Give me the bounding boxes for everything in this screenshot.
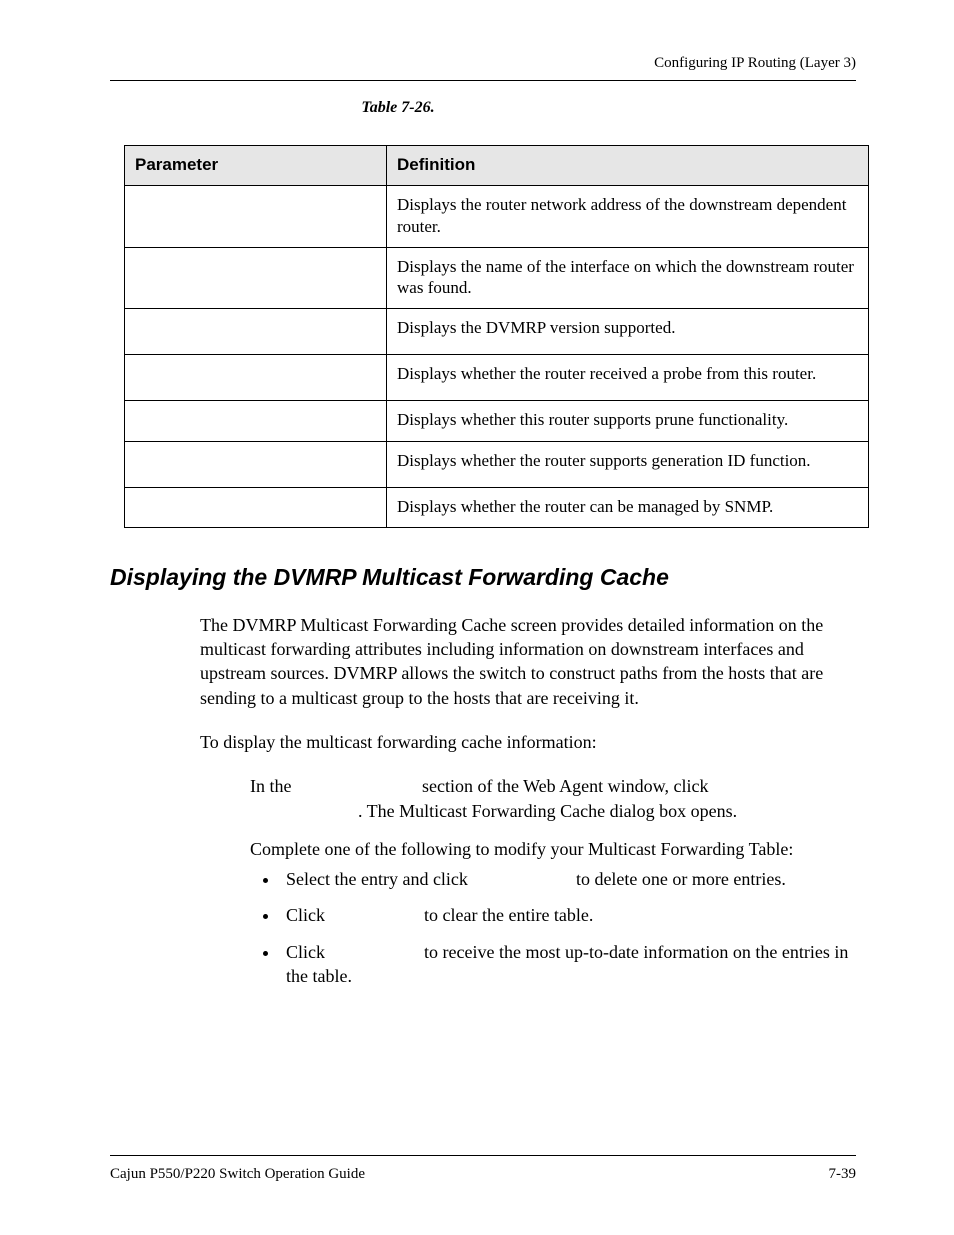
- cell-parameter: [125, 186, 387, 248]
- table-row: Displays whether this router supports pr…: [125, 401, 869, 441]
- cell-definition: Displays whether the router supports gen…: [387, 441, 869, 487]
- list-text: Click: [286, 942, 330, 962]
- cell-parameter: [125, 401, 387, 441]
- list-item: Click to clear the entire table.: [280, 903, 856, 927]
- step-2: Complete one of the following to modify …: [250, 837, 856, 988]
- bullet-list: Select the entry and click to delete one…: [280, 867, 856, 988]
- table-row: Displays whether the router supports gen…: [125, 441, 869, 487]
- cell-definition: Displays whether the router can be manag…: [387, 487, 869, 527]
- footer-right: 7-39: [829, 1166, 857, 1183]
- step-text: . The Multicast Forwarding Cache dialog …: [358, 801, 737, 821]
- table-header-row: Parameter Definition: [125, 146, 869, 186]
- cell-parameter: [125, 247, 387, 309]
- cell-definition: Displays the router network address of t…: [387, 186, 869, 248]
- col-header-parameter: Parameter: [125, 146, 387, 186]
- list-text: Click: [286, 905, 330, 925]
- step-text: [250, 801, 358, 821]
- cell-parameter: [125, 309, 387, 355]
- section-heading: Displaying the DVMRP Multicast Forwardin…: [110, 564, 856, 591]
- table-row: Displays whether the router received a p…: [125, 355, 869, 401]
- table-row: Displays the DVMRP version supported.: [125, 309, 869, 355]
- parameter-table: Parameter Definition Displays the router…: [124, 145, 869, 528]
- table-row: Displays the name of the interface on wh…: [125, 247, 869, 309]
- paragraph: To display the multicast forwarding cach…: [200, 730, 856, 754]
- page-footer: Cajun P550/P220 Switch Operation Guide 7…: [110, 1155, 856, 1183]
- table-caption: Table 7-26.: [110, 99, 856, 117]
- cell-definition: Displays whether the router received a p…: [387, 355, 869, 401]
- table-row: Displays whether the router can be manag…: [125, 487, 869, 527]
- list-item: Click to receive the most up-to-date inf…: [280, 940, 856, 989]
- paragraph: The DVMRP Multicast Forwarding Cache scr…: [200, 613, 856, 710]
- steps: In the section of the Web Agent window, …: [250, 774, 856, 988]
- cell-parameter: [125, 355, 387, 401]
- step-text: [296, 776, 418, 796]
- list-text: Select the entry and click: [286, 869, 472, 889]
- step-text: section of the Web Agent window, click: [417, 776, 708, 796]
- list-item: Select the entry and click to delete one…: [280, 867, 856, 891]
- cell-definition: Displays whether this router supports pr…: [387, 401, 869, 441]
- list-text: to clear the entire table.: [420, 905, 594, 925]
- body-text: The DVMRP Multicast Forwarding Cache scr…: [200, 613, 856, 754]
- footer-rule: [110, 1155, 856, 1156]
- cell-definition: Displays the name of the interface on wh…: [387, 247, 869, 309]
- cell-parameter: [125, 441, 387, 487]
- header-rule: [110, 80, 856, 81]
- step-text: In the: [250, 776, 296, 796]
- cell-parameter: [125, 487, 387, 527]
- step-text: Complete one of the following to modify …: [250, 839, 793, 859]
- page: Configuring IP Routing (Layer 3) Table 7…: [0, 0, 954, 1235]
- table-row: Displays the router network address of t…: [125, 186, 869, 248]
- cell-definition: Displays the DVMRP version supported.: [387, 309, 869, 355]
- step-1: In the section of the Web Agent window, …: [250, 774, 856, 823]
- list-text: to delete one or more entries.: [571, 869, 785, 889]
- footer-left: Cajun P550/P220 Switch Operation Guide: [110, 1166, 365, 1183]
- col-header-definition: Definition: [387, 146, 869, 186]
- running-header: Configuring IP Routing (Layer 3): [110, 55, 856, 72]
